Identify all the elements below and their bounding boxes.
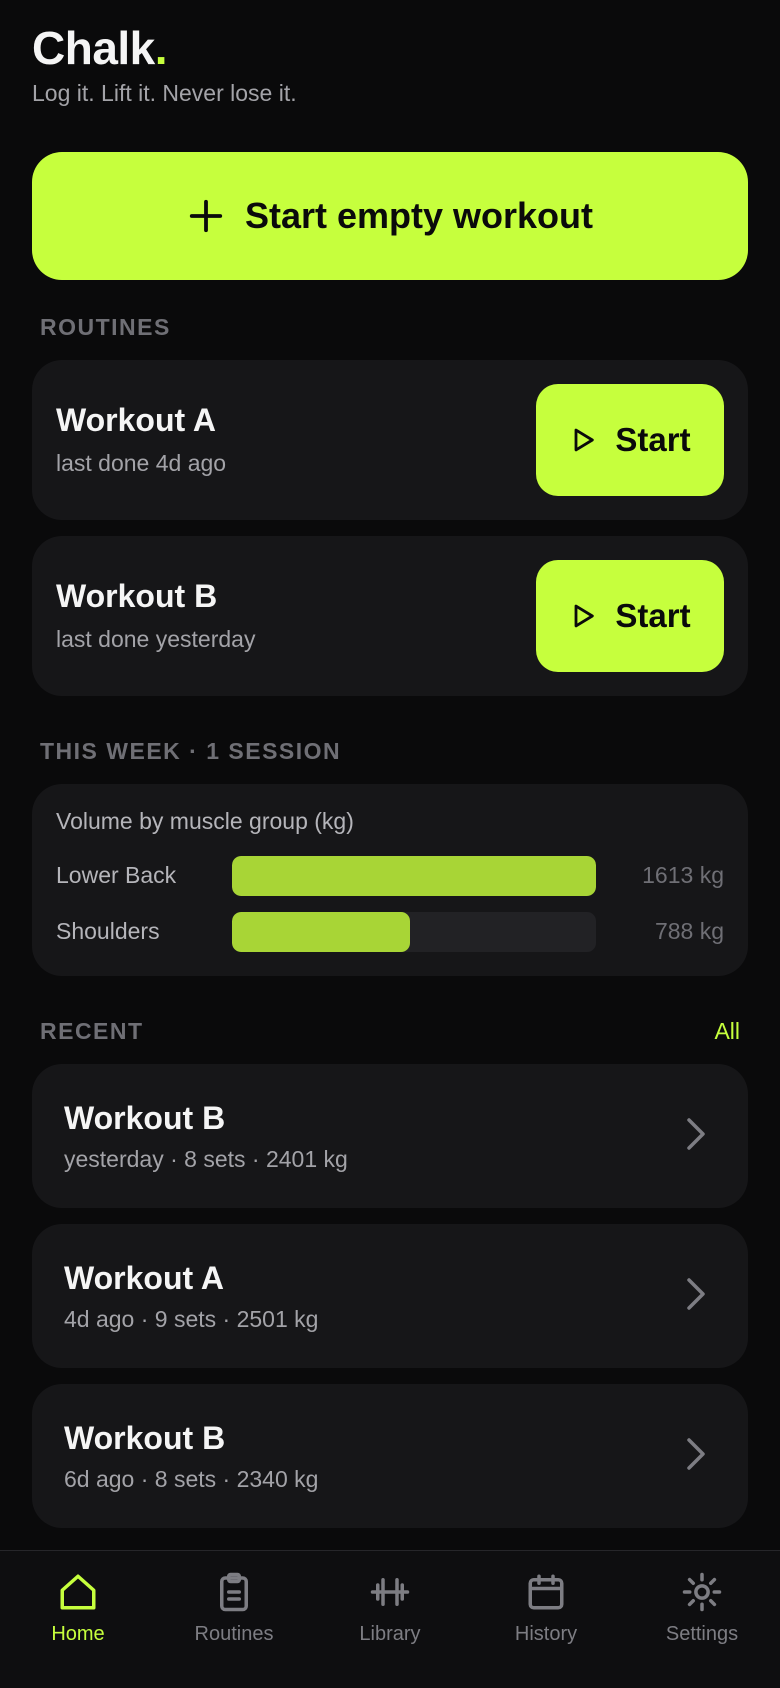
app-header: Chalk. Log it. Lift it. Never lose it. bbox=[32, 22, 297, 107]
chart-title: Volume by muscle group (kg) bbox=[56, 808, 354, 834]
routine-last-done: last done 4d ago bbox=[56, 450, 227, 476]
bar-track bbox=[232, 912, 596, 952]
workout-title: Workout A bbox=[64, 1260, 224, 1296]
bar-row: Shoulders 788 kg bbox=[56, 912, 724, 952]
bottom-tab-bar: Home Routines Library History Settings bbox=[0, 1550, 780, 1688]
bar-row: Lower Back 1613 kg bbox=[56, 856, 724, 896]
start-routine-label: Start bbox=[615, 597, 691, 634]
bar-label: Lower Back bbox=[56, 862, 177, 888]
tab-routines[interactable]: Routines bbox=[156, 1571, 312, 1671]
chevron-right-icon bbox=[687, 1118, 705, 1150]
start-routine-button[interactable]: Start bbox=[536, 560, 724, 672]
tab-label: Library bbox=[359, 1623, 421, 1645]
clipboard-icon bbox=[220, 1572, 248, 1612]
volume-chart-card: Volume by muscle group (kg) Lower Back 1… bbox=[32, 784, 748, 976]
this-week-section-label: THIS WEEK · 1 SESSION bbox=[40, 738, 342, 764]
calendar-icon bbox=[528, 1574, 564, 1610]
plus-icon bbox=[189, 199, 223, 233]
tab-label: Routines bbox=[194, 1623, 274, 1645]
bar-label: Shoulders bbox=[56, 918, 160, 944]
routine-title: Workout A bbox=[56, 402, 216, 438]
gear-icon bbox=[682, 1572, 722, 1612]
tab-history[interactable]: History bbox=[468, 1571, 624, 1671]
start-routine-label: Start bbox=[615, 421, 691, 458]
tab-label: Settings bbox=[665, 1623, 739, 1645]
workout-summary: 6d ago · 8 sets · 2340 kg bbox=[64, 1466, 319, 1492]
routine-card: Workout B last done yesterday Start bbox=[32, 536, 748, 696]
play-icon bbox=[575, 428, 595, 452]
start-empty-workout-button[interactable]: Start empty workout bbox=[32, 152, 748, 280]
home-icon bbox=[60, 1574, 96, 1610]
workout-summary: yesterday · 8 sets · 2401 kg bbox=[64, 1146, 348, 1172]
routine-card: Workout A last done 4d ago Start bbox=[32, 360, 748, 520]
app-tagline: Log it. Lift it. Never lose it. bbox=[32, 80, 297, 106]
tab-library[interactable]: Library bbox=[312, 1571, 468, 1671]
routine-last-done: last done yesterday bbox=[56, 626, 256, 652]
recent-section-label: RECENT bbox=[40, 1018, 144, 1044]
workout-title: Workout B bbox=[64, 1420, 226, 1456]
start-routine-button[interactable]: Start bbox=[536, 384, 724, 496]
tab-label: History bbox=[514, 1623, 578, 1645]
see-all-link[interactable]: All bbox=[714, 1018, 740, 1045]
bar-fill bbox=[232, 856, 596, 896]
bar-fill bbox=[232, 912, 410, 952]
recent-workout-card[interactable]: Workout A 4d ago · 9 sets · 2501 kg bbox=[32, 1224, 748, 1368]
tab-home[interactable]: Home bbox=[0, 1571, 156, 1671]
bar-track bbox=[232, 856, 596, 896]
bar-value-label: 788 kg bbox=[654, 918, 724, 944]
workout-title: Workout B bbox=[64, 1100, 226, 1136]
tab-settings[interactable]: Settings bbox=[624, 1571, 780, 1671]
routine-title: Workout B bbox=[56, 578, 218, 614]
chevron-right-icon bbox=[687, 1438, 705, 1470]
recent-workout-card[interactable]: Workout B 6d ago · 8 sets · 2340 kg bbox=[32, 1384, 748, 1528]
bar-value-label: 1613 kg bbox=[642, 862, 724, 888]
recent-workout-card[interactable]: Workout B yesterday · 8 sets · 2401 kg bbox=[32, 1064, 748, 1208]
chevron-right-icon bbox=[687, 1278, 705, 1310]
dumbbell-icon bbox=[370, 1578, 410, 1606]
app-logo: Chalk. bbox=[32, 22, 168, 74]
home-screen: Chalk. Log it. Lift it. Never lose it. S… bbox=[0, 0, 780, 1688]
play-icon bbox=[575, 604, 595, 628]
start-empty-workout-label: Start empty workout bbox=[244, 195, 594, 236]
tab-label: Home bbox=[51, 1623, 105, 1645]
workout-summary: 4d ago · 9 sets · 2501 kg bbox=[64, 1306, 319, 1332]
routines-section-label: ROUTINES bbox=[40, 314, 171, 340]
